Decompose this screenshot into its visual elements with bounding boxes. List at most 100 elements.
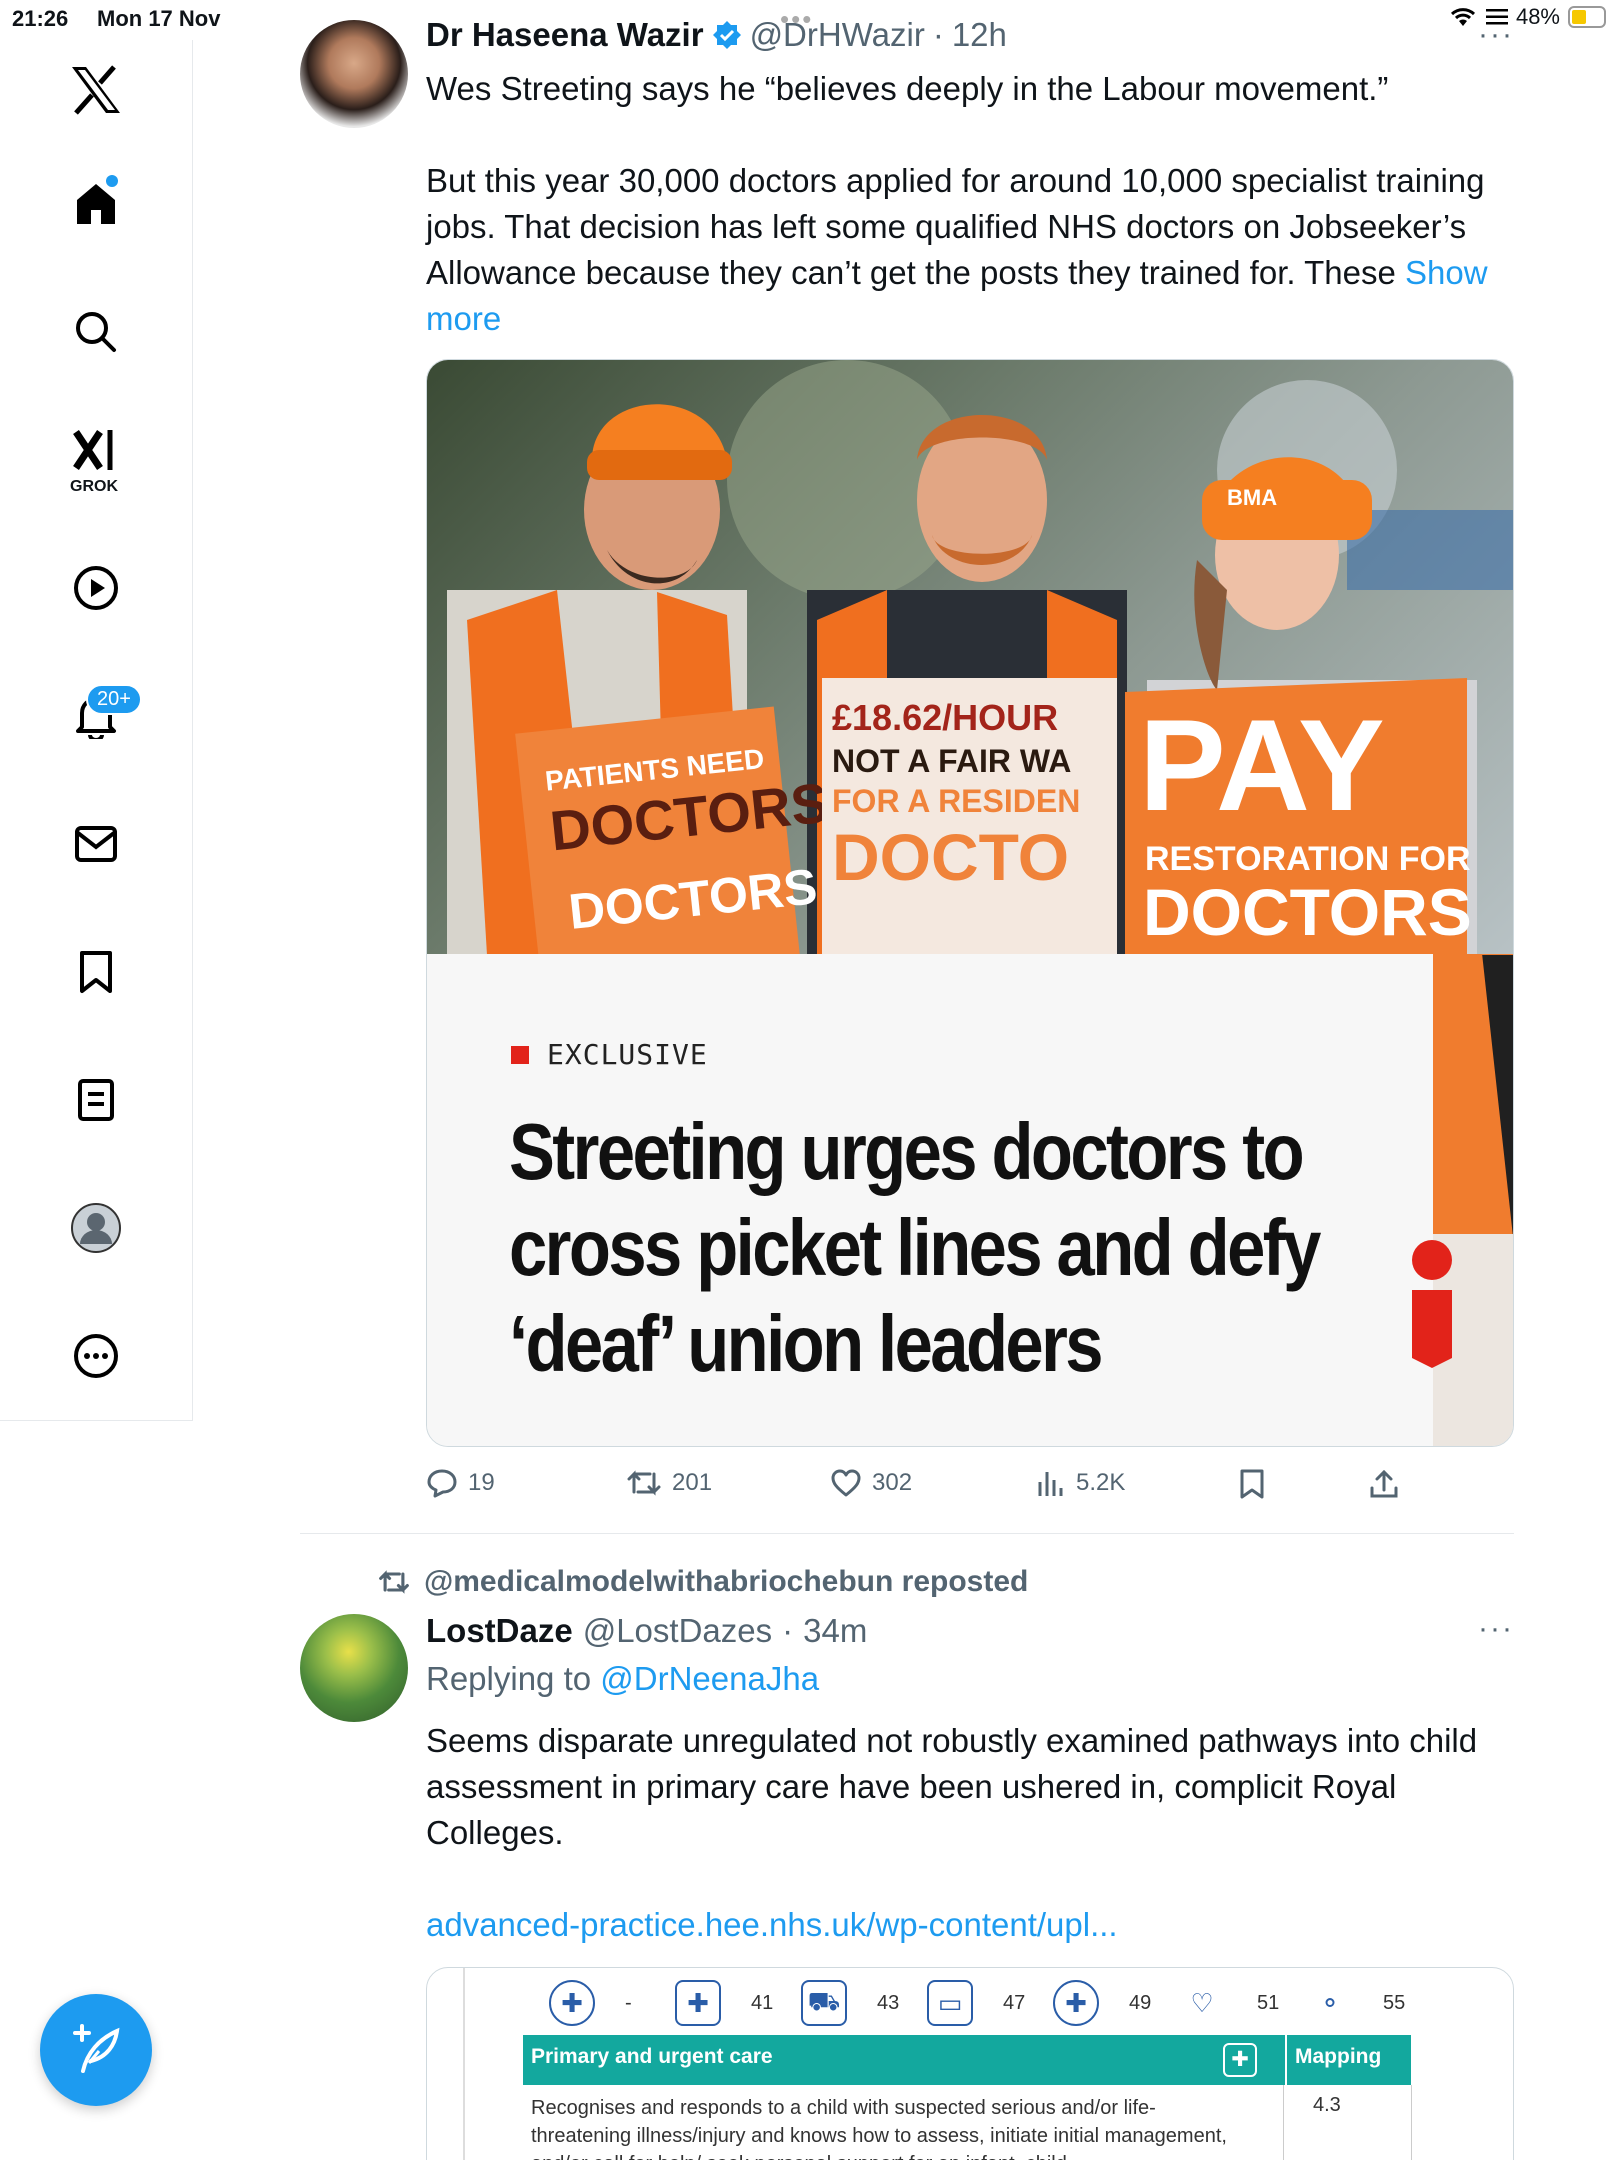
repost-icon xyxy=(379,1570,409,1594)
share-button[interactable] xyxy=(1368,1468,1400,1500)
hat-label: BMA xyxy=(1227,485,1277,510)
sign2-line3: FOR A RESIDEN xyxy=(832,783,1080,819)
mail-icon xyxy=(75,826,117,862)
views-chart-icon xyxy=(1038,1472,1063,1496)
repost-context[interactable]: @medicalmodelwithabriochebun reposted xyxy=(378,1565,1028,1599)
sidebar-item-video[interactable] xyxy=(66,558,126,618)
tweet-text-line1: Wes Streeting says he “believes deeply i… xyxy=(426,70,1389,107)
wifi-icon xyxy=(1450,8,1475,26)
author-avatar[interactable] xyxy=(300,20,408,128)
post-time[interactable]: 34m xyxy=(803,1612,867,1650)
sidebar-item-home[interactable] xyxy=(66,173,126,233)
author-handle[interactable]: @DrHWazir xyxy=(750,16,925,54)
tweet-body: Wes Streeting says he “believes deeply i… xyxy=(426,66,1526,342)
tweet-text-line2: But this year 30,000 doctors applied for… xyxy=(426,162,1485,291)
repost-button[interactable]: 201 xyxy=(626,1468,712,1498)
play-icon xyxy=(74,566,118,610)
reply-button[interactable]: 19 xyxy=(426,1468,495,1498)
sign3-line2: RESTORATION FOR xyxy=(1145,840,1471,878)
article-card[interactable]: BMA PATIENTS NEED DOCTORS DOCTORS £18.62… xyxy=(426,359,1514,1447)
bookmark-button[interactable] xyxy=(1238,1468,1266,1500)
compose-feather-icon xyxy=(73,2024,120,2073)
kicker-text: EXCLUSIVE xyxy=(547,1038,708,1071)
tweet-link[interactable]: advanced-practice.hee.nhs.uk/wp-content/… xyxy=(426,1906,1118,1944)
doc-page-51: 51 xyxy=(1257,1992,1280,2014)
heartbeat-icon: ♡ xyxy=(1190,1987,1214,2018)
sign3-line1: PAY xyxy=(1139,692,1385,838)
document-page: ✚ - ✚ 41 ⛟ 43 ▭ 47 ✚ 49 ♡ 51 ⚬ 55 Primar… xyxy=(463,1968,1513,2160)
grok-icon xyxy=(73,430,113,470)
doc-section-bar: Primary and urgent care ✚ Mapping xyxy=(523,2035,1411,2085)
x-logo-icon[interactable] xyxy=(66,60,126,120)
doc-column-divider xyxy=(1411,2085,1412,2160)
author-handle[interactable]: @LostDazes xyxy=(583,1612,772,1650)
tweet-more-options-icon[interactable]: ··· xyxy=(1478,1612,1514,1646)
doc-section-icon: ✚ xyxy=(1223,2043,1257,2077)
document-icon-row: ✚ - ✚ 41 ⛟ 43 ▭ 47 ✚ 49 ♡ 51 ⚬ 55 xyxy=(515,1980,1513,2036)
reply-icon xyxy=(427,1469,457,1498)
sidebar-item-lists[interactable] xyxy=(66,1070,126,1130)
like-count: 302 xyxy=(872,1469,913,1496)
author-name[interactable]: LostDaze xyxy=(426,1612,573,1650)
tweet-header: Dr Haseena Wazir @DrHWazir · 12h xyxy=(426,16,1007,54)
replying-prefix: Replying to xyxy=(426,1660,592,1697)
like-button[interactable]: 302 xyxy=(830,1468,912,1498)
sign2-line4: DOCTO xyxy=(832,820,1069,894)
share-icon xyxy=(1370,1469,1398,1498)
compose-post-button[interactable] xyxy=(40,1994,152,2106)
doc-mapping-value: 4.3 xyxy=(1313,2094,1341,2116)
tweet-header: LostDaze @LostDazes · 34m xyxy=(426,1612,867,1650)
bed-icon: ▭ xyxy=(927,1980,973,2026)
tweet-divider xyxy=(300,1533,1514,1534)
sidebar-item-messages[interactable] xyxy=(66,814,126,874)
search-icon xyxy=(76,312,116,352)
doc-mapping-header: Mapping xyxy=(1285,2035,1411,2085)
kicker-square-icon xyxy=(511,1045,529,1064)
article-photo: BMA PATIENTS NEED DOCTORS DOCTORS £18.62… xyxy=(427,360,1513,955)
repost-icon xyxy=(627,1470,661,1496)
list-document-icon xyxy=(78,1079,114,1121)
doc-page-49: 49 xyxy=(1129,1992,1152,2014)
author-avatar[interactable] xyxy=(300,1614,408,1722)
views-button[interactable]: 5.2K xyxy=(1036,1468,1125,1498)
tweet-more-options-icon[interactable]: ··· xyxy=(1478,18,1514,52)
sidebar-item-bookmarks[interactable] xyxy=(66,942,126,1002)
doc-section-title: Primary and urgent care xyxy=(531,2045,773,2068)
medkit-icon: ✚ xyxy=(675,1980,721,2026)
sidebar-item-grok[interactable] xyxy=(66,420,126,480)
author-name[interactable]: Dr Haseena Wazir xyxy=(426,16,704,54)
sign3-line3: DOCTORS xyxy=(1143,875,1472,949)
notifications-badge: 20+ xyxy=(86,684,142,715)
sidebar-item-profile[interactable] xyxy=(66,1198,126,1258)
doc-page-41: 41 xyxy=(751,1992,774,2014)
grok-label: GROK xyxy=(70,478,118,495)
battery-percent: 48% xyxy=(1515,4,1560,29)
document-preview-card[interactable]: ✚ - ✚ 41 ⛟ 43 ▭ 47 ✚ 49 ♡ 51 ⚬ 55 Primar… xyxy=(426,1967,1514,2160)
doc-page-43: 43 xyxy=(877,1992,900,2014)
heart-icon xyxy=(831,1469,861,1497)
views-count: 5.2K xyxy=(1076,1469,1126,1496)
doc-column-divider xyxy=(1283,2085,1284,2160)
sidebar-item-more[interactable] xyxy=(66,1326,126,1386)
replying-to-handle[interactable]: @DrNeenaJha xyxy=(600,1660,819,1697)
sidebar-item-search[interactable] xyxy=(66,302,126,362)
doc-page-47: 47 xyxy=(1003,1992,1026,2014)
medical-cross-icon: ✚ xyxy=(1053,1980,1099,2026)
more-icon xyxy=(74,1334,118,1378)
doc-page-55: 55 xyxy=(1383,1992,1406,2014)
cross-circle-icon: ✚ xyxy=(549,1980,595,2026)
sign2-line1: £18.62/HOUR xyxy=(832,697,1058,738)
profile-avatar-icon xyxy=(71,1203,121,1253)
post-time[interactable]: 12h xyxy=(952,16,1007,54)
article-text-box: EXCLUSIVE Streeting urges doctors to cro… xyxy=(427,954,1433,1446)
status-date: Mon 17 Nov xyxy=(97,6,221,31)
tweet-actions: 19 201 302 5.2K xyxy=(426,1468,1526,1508)
home-unread-dot xyxy=(106,175,118,187)
protest-photo-illustration: BMA PATIENTS NEED DOCTORS DOCTORS £18.62… xyxy=(447,360,1513,955)
i-newspaper-logo-icon xyxy=(1412,1240,1452,1368)
ambulance-icon: ⛟ xyxy=(801,1980,847,2026)
header-separator: · xyxy=(782,1612,794,1649)
repost-count: 201 xyxy=(672,1469,713,1496)
bookmark-icon xyxy=(1240,1469,1264,1499)
doc-dash: - xyxy=(625,1992,632,2014)
